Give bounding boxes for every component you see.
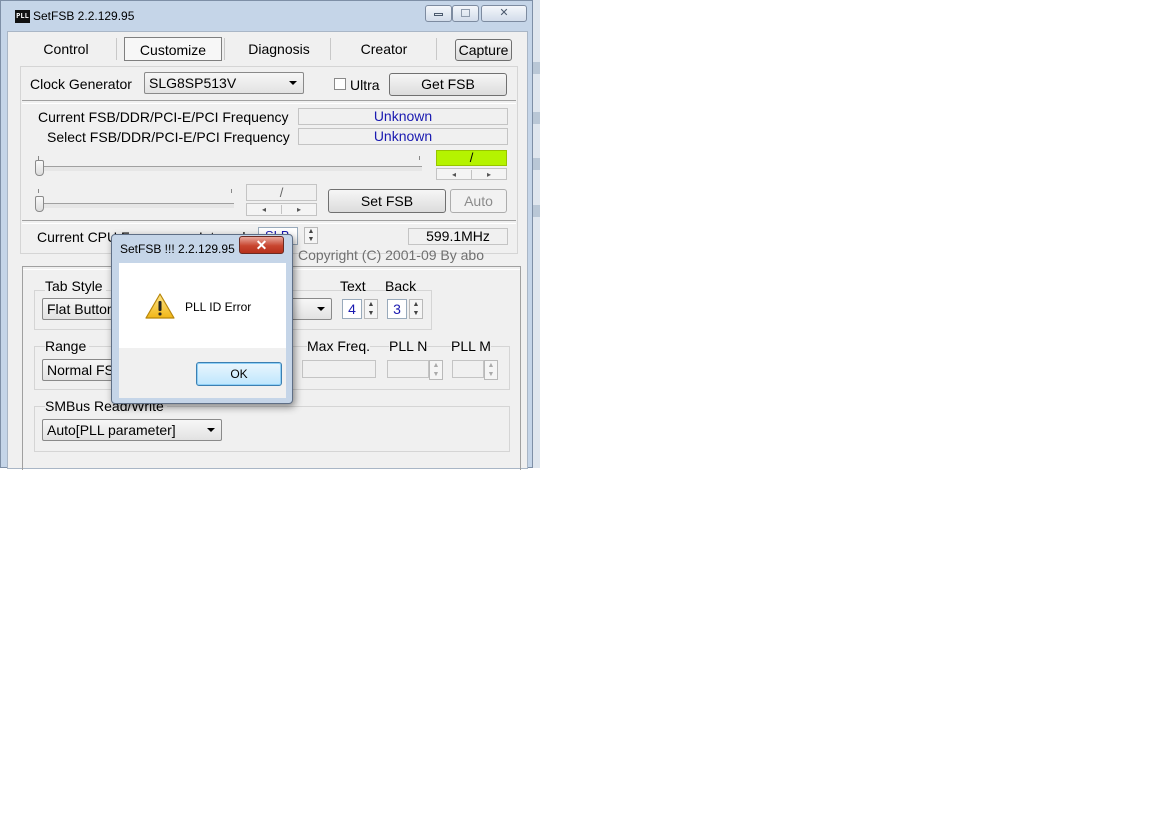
minimize-icon [434,13,443,16]
tab-style-label: Tab Style [45,278,106,294]
max-freq-field[interactable] [302,360,376,378]
ddr-display: / [246,184,317,201]
ddr-slider-track[interactable] [38,203,234,208]
clock-generator-select[interactable]: SLG8SP513V [144,72,304,94]
smbus-value: Auto[PLL parameter] [47,422,176,438]
error-dialog: SetFSB !!! 2.2.129.95 ✕ PLL ID Error OK [111,234,293,404]
fsb-target-spin[interactable]: ◂ ▸ [436,168,507,180]
up-arrow-icon[interactable]: ▲ [365,301,377,309]
tab-diagnosis[interactable]: Diagnosis [236,37,322,61]
dialog-message: PLL ID Error [185,300,252,314]
dialog-close-button[interactable]: ✕ [239,236,284,254]
text-value[interactable]: 4 [342,299,362,319]
chevron-down-icon [207,428,215,432]
ddr-slider-thumb[interactable] [35,196,44,212]
range-value: Normal FS [47,362,114,378]
panel-border [520,266,523,470]
spin-left-icon[interactable]: ◂ [437,170,472,179]
cpu-frequency-value: 599.1MHz [408,228,508,245]
chevron-down-icon [317,307,325,311]
chevron-down-icon [289,81,297,85]
ultra-label: Ultra [350,77,380,93]
maximize-icon [461,9,470,17]
select-frequency-label: Select FSB/DDR/PCI-E/PCI Frequency [47,129,290,145]
up-arrow-icon[interactable]: ▲ [305,228,317,236]
current-frequency-label: Current FSB/DDR/PCI-E/PCI Frequency [38,109,289,125]
auto-button[interactable]: Auto [450,189,507,213]
close-button[interactable]: ✕ [481,5,527,22]
down-arrow-icon[interactable]: ▼ [410,310,422,318]
panel-border [22,266,25,470]
spin-right-icon[interactable]: ▸ [282,205,316,214]
tab-separator [224,38,225,60]
slider-tick [38,189,39,193]
up-arrow-icon[interactable]: ▲ [485,362,497,370]
smbus-select[interactable]: Auto[PLL parameter] [42,419,222,441]
set-fsb-button[interactable]: Set FSB [328,189,446,213]
clock-generator-label: Clock Generator [30,76,132,92]
slider-tick [419,156,420,160]
select-frequency-value: Unknown [298,128,508,145]
range-label: Range [45,338,90,354]
pll-m-label: PLL M [451,338,491,354]
spin-right-icon[interactable]: ▸ [472,170,506,179]
slider-tick [231,189,232,193]
tab-separator [330,38,331,60]
divider [22,220,516,224]
app-icon: PLL [15,10,30,23]
up-arrow-icon[interactable]: ▲ [410,301,422,309]
max-freq-label: Max Freq. [307,338,371,354]
spin-left-icon[interactable]: ◂ [247,205,282,214]
text-updown[interactable]: ▲ ▼ [364,299,378,319]
tab-style-value: Flat Button [47,301,115,317]
close-icon: ✕ [255,237,268,253]
tab-control[interactable]: Control [26,37,106,61]
tab-separator [116,38,117,60]
tab-separator [436,38,437,60]
warning-icon [145,293,175,319]
pll-n-updown[interactable]: ▲ ▼ [429,360,443,380]
divider [22,100,516,104]
get-fsb-button[interactable]: Get FSB [389,73,507,96]
fsb-target-display: / [436,150,507,166]
pll-m-updown[interactable]: ▲ ▼ [484,360,498,380]
current-frequency-value: Unknown [298,108,508,125]
capture-button[interactable]: Capture [455,39,512,61]
back-label: Back [385,278,417,294]
fsb-slider-thumb[interactable] [35,160,44,176]
cpu-mode-updown[interactable]: ▲ ▼ [304,227,318,244]
tab-creator[interactable]: Creator [344,37,424,61]
text-label: Text [340,278,366,294]
dialog-title: SetFSB !!! 2.2.129.95 [120,242,235,256]
fsb-slider-track[interactable] [38,166,422,171]
copyright-text: Copyright (C) 2001-09 By abo [298,247,484,263]
back-value[interactable]: 3 [387,299,407,319]
down-arrow-icon[interactable]: ▼ [365,310,377,318]
tab-customize[interactable]: Customize [124,37,222,61]
minimize-button[interactable] [425,5,452,22]
ddr-spin[interactable]: ◂ ▸ [246,203,317,216]
dialog-footer: OK [119,348,286,398]
window-title: SetFSB 2.2.129.95 [33,9,135,23]
pll-n-label: PLL N [389,338,428,354]
up-arrow-icon[interactable]: ▲ [430,362,442,370]
back-updown[interactable]: ▲ ▼ [409,299,423,319]
down-arrow-icon[interactable]: ▼ [430,371,442,379]
down-arrow-icon[interactable]: ▼ [485,371,497,379]
pll-n-field[interactable] [387,360,429,378]
dialog-body: PLL ID Error [119,263,286,348]
down-arrow-icon[interactable]: ▼ [305,236,317,244]
pll-m-field[interactable] [452,360,484,378]
maximize-button[interactable] [452,5,479,22]
ok-button[interactable]: OK [196,362,282,386]
ultra-checkbox[interactable] [334,78,346,90]
close-icon: ✕ [499,7,509,19]
clock-generator-value: SLG8SP513V [149,75,237,91]
